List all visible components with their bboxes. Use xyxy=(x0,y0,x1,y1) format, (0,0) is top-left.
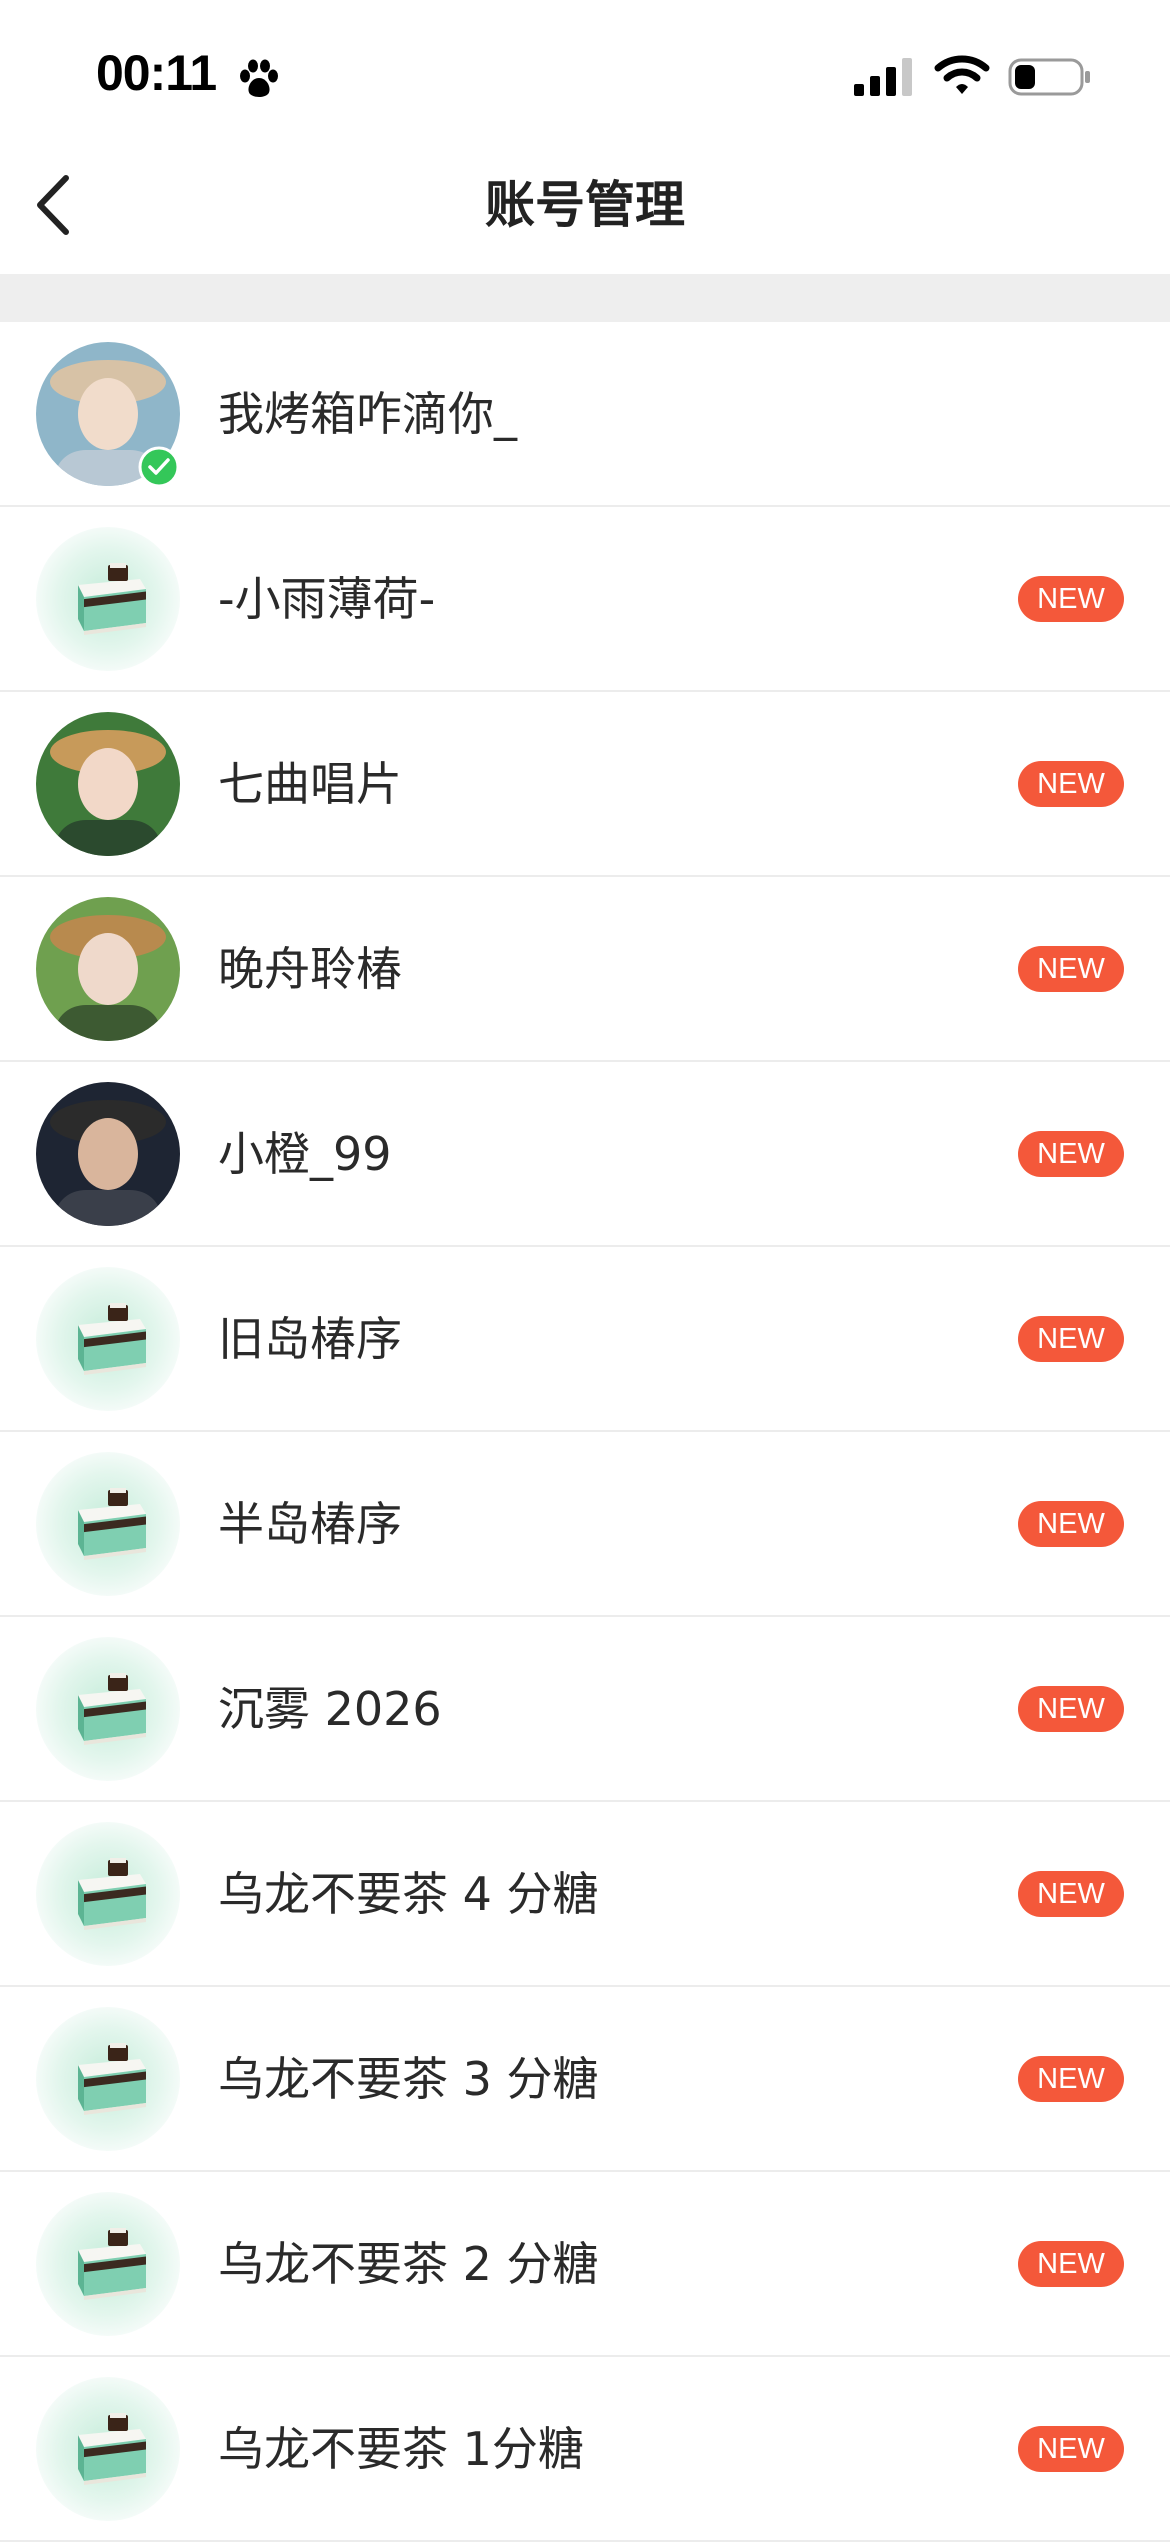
page-title: 账号管理 xyxy=(485,176,685,234)
new-badge: NEW xyxy=(1018,2426,1124,2472)
new-badge: NEW xyxy=(1018,1686,1124,1732)
signal-icon xyxy=(854,58,912,96)
avatar xyxy=(36,897,180,1041)
account-row[interactable]: 乌龙不要茶 4 分糖 NEW xyxy=(0,1802,1170,1987)
new-badge: NEW xyxy=(1018,576,1124,622)
account-row[interactable]: 半岛椿序 NEW xyxy=(0,1432,1170,1617)
account-name: 乌龙不要茶 4 分糖 xyxy=(218,1867,599,1921)
account-row[interactable]: -小雨薄荷- NEW xyxy=(0,507,1170,692)
account-row[interactable]: 乌龙不要茶 2 分糖 NEW xyxy=(0,2172,1170,2357)
status-bar: 00:11 xyxy=(0,0,1170,140)
account-row[interactable]: 我烤箱咋滴你_ xyxy=(0,322,1170,507)
account-row[interactable]: 小橙_99 NEW xyxy=(0,1062,1170,1247)
new-badge: NEW xyxy=(1018,1501,1124,1547)
new-badge: NEW xyxy=(1018,761,1124,807)
account-name: 沉雾 2026 xyxy=(218,1682,442,1736)
new-badge: NEW xyxy=(1018,1316,1124,1362)
account-name: 小橙_99 xyxy=(218,1127,392,1181)
section-divider xyxy=(0,274,1170,322)
account-name: 乌龙不要茶 3 分糖 xyxy=(218,2052,599,2106)
account-list: 我烤箱咋滴你_ -小雨薄荷- NEW 七曲唱片 NEW 晚舟聆椿 NEW 小橙_… xyxy=(0,322,1170,2542)
cake-avatar xyxy=(36,1452,180,1596)
account-name: 旧岛椿序 xyxy=(218,1312,402,1366)
account-row[interactable]: 沉雾 2026 NEW xyxy=(0,1617,1170,1802)
battery-icon xyxy=(1008,58,1090,96)
account-name: 乌龙不要茶 2 分糖 xyxy=(218,2237,599,2291)
account-name: 半岛椿序 xyxy=(218,1497,402,1551)
account-name: 我烤箱咋滴你_ xyxy=(218,387,517,441)
new-badge: NEW xyxy=(1018,2056,1124,2102)
check-icon xyxy=(138,446,180,488)
account-row[interactable]: 乌龙不要茶 3 分糖 NEW xyxy=(0,1987,1170,2172)
cake-avatar xyxy=(36,2192,180,2336)
avatar xyxy=(36,1082,180,1226)
cake-avatar xyxy=(36,1267,180,1411)
cake-avatar xyxy=(36,527,180,671)
avatar xyxy=(36,342,180,488)
cake-avatar xyxy=(36,1822,180,1966)
wifi-icon xyxy=(934,55,990,94)
account-row[interactable]: 旧岛椿序 NEW xyxy=(0,1247,1170,1432)
nav-bar: 账号管理 xyxy=(0,140,1170,274)
new-badge: NEW xyxy=(1018,1871,1124,1917)
new-badge: NEW xyxy=(1018,1131,1124,1177)
account-name: 乌龙不要茶 1分糖 xyxy=(218,2422,584,2476)
account-row[interactable]: 乌龙不要茶 1分糖 NEW xyxy=(0,2357,1170,2542)
account-name: 晚舟聆椿 xyxy=(218,942,402,996)
cake-avatar xyxy=(36,2007,180,2151)
account-name: -小雨薄荷- xyxy=(218,572,436,626)
account-row[interactable]: 七曲唱片 NEW xyxy=(0,692,1170,877)
cake-avatar xyxy=(36,2377,180,2521)
new-badge: NEW xyxy=(1018,2241,1124,2287)
new-badge: NEW xyxy=(1018,946,1124,992)
account-row[interactable]: 晚舟聆椿 NEW xyxy=(0,877,1170,1062)
account-name: 七曲唱片 xyxy=(218,757,402,811)
cake-avatar xyxy=(36,1637,180,1781)
status-time: 00:11 xyxy=(96,45,217,101)
avatar xyxy=(36,712,180,856)
paw-icon xyxy=(240,59,278,97)
